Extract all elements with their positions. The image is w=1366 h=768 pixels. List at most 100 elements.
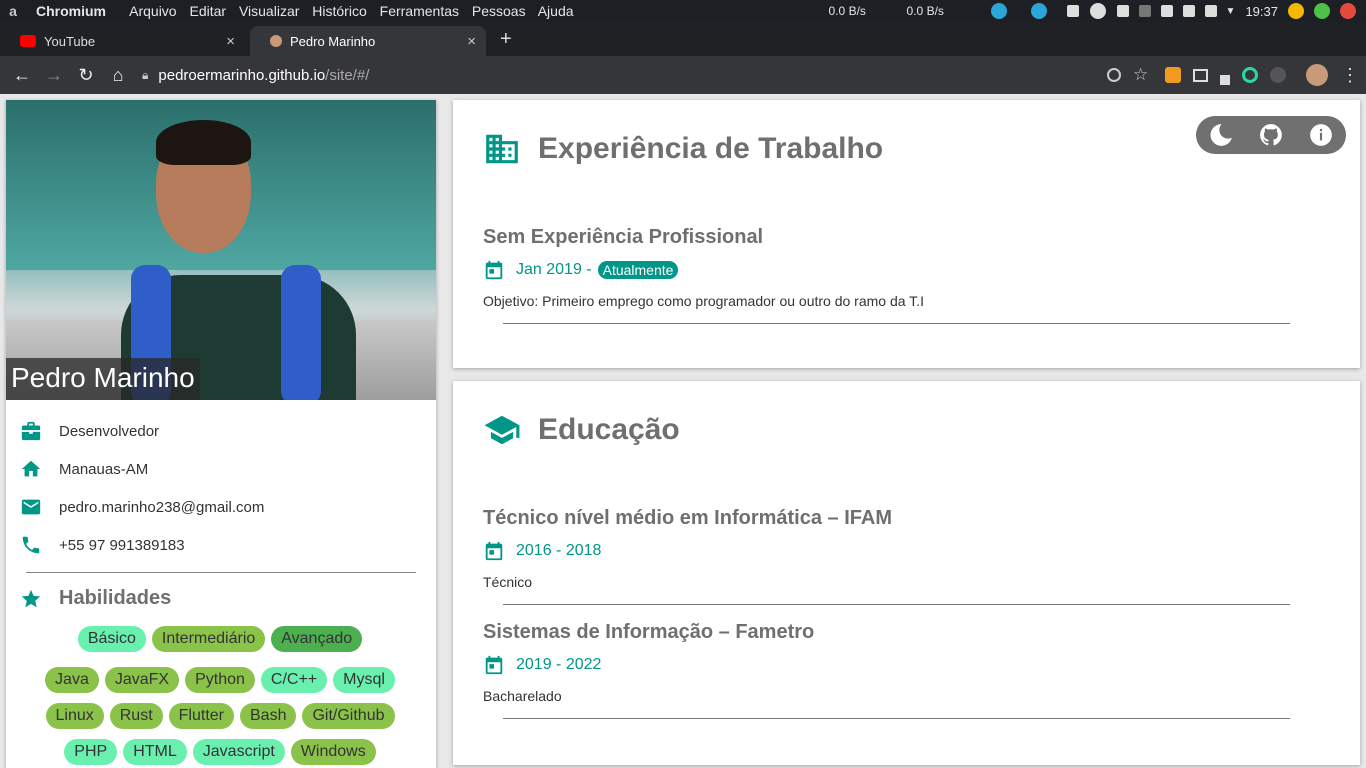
close-icon[interactable]: × [467,33,476,50]
os-top-bar: a Chromium Arquivo Editar Visualizar His… [0,0,1366,22]
skill-chip: JavaFX [104,667,180,693]
forward-icon[interactable]: → [38,65,70,86]
maximize-icon[interactable] [1314,3,1330,19]
phone-icon [22,536,40,554]
info-location: Manauas-AM [20,450,420,488]
star-icon [21,589,41,607]
tab-pedro-marinho[interactable]: Pedro Marinho × [250,26,486,56]
skills-row: Java JavaFX Python C/C++ Mysql [20,662,420,698]
entry-date: 2019 - 2022 [483,654,1310,676]
menu-ajuda[interactable]: Ajuda [538,3,574,19]
info-text: Manauas-AM [59,460,149,478]
experience-card: Experiência de Trabalho Sem Experiência … [453,100,1360,368]
tab-title: YouTube [44,33,96,49]
profile-name: Pedro Marinho [6,358,200,400]
info-job: Desenvolvedor [20,412,420,450]
home-nav-icon[interactable]: ⌂ [102,65,134,86]
star-icon[interactable]: ☆ [1133,65,1153,85]
entry-description: Objetivo: Primeiro emprego como programa… [483,293,924,309]
add-icon[interactable] [1107,68,1121,82]
grammarly-icon[interactable] [1242,67,1258,83]
divider [503,323,1290,324]
new-tab-button[interactable]: + [500,28,512,51]
bulb-icon[interactable] [1138,5,1151,17]
minimize-icon[interactable] [1288,3,1304,19]
display-icon[interactable] [1182,5,1195,17]
calendar-icon [485,260,503,280]
info-text[interactable]: pedro.marinho238@gmail.com [59,499,264,516]
menu-editar[interactable]: Editar [189,3,226,19]
status-badge: Atualmente [597,261,679,279]
moon-icon[interactable] [1208,122,1234,148]
briefcase-icon [21,421,41,441]
tray-sync-icon[interactable] [1030,3,1047,19]
education-title: Educação [483,411,680,449]
level-basic-chip: Básico [77,626,146,652]
skill-chip: Python [185,667,255,693]
skills-heading: Habilidades [20,587,171,610]
skill-chip: Rust [109,703,163,729]
skill-levels: Básico Intermediário Avançado [20,621,420,657]
menu-historico[interactable]: Histórico [312,3,366,19]
app-name[interactable]: Chromium [36,3,106,19]
picture-in-picture-icon[interactable] [1193,68,1208,82]
clipboard-icon[interactable] [1116,5,1129,17]
entry-heading: Sistemas de Informação – Fametro [483,621,815,643]
os-logo[interactable]: a [0,3,26,19]
youtube-icon [20,35,36,47]
education-card: Educação Técnico nível médio em Informát… [453,381,1360,765]
menu-visualizar[interactable]: Visualizar [239,3,299,19]
github-icon[interactable] [1258,122,1284,148]
skill-chip: Flutter [168,703,234,729]
address-bar[interactable]: 🔒︎ pedroermarinho.github.io /site/#/ [142,67,369,84]
navigation-bar: ← → ↻ ⌂ 🔒︎ pedroermarinho.github.io /sit… [0,56,1366,94]
skill-chip: Java [45,667,99,693]
lock-icon[interactable]: 🔒︎ [142,68,148,83]
more-menu-icon[interactable]: ⋮ [1340,65,1360,85]
graduation-cap-icon [484,415,520,445]
chevron-down-icon[interactable]: ▼ [1226,6,1236,17]
phone-tray-icon[interactable] [1160,5,1173,17]
tab-youtube[interactable]: YouTube × [0,26,245,56]
skills-row: Linux Rust Flutter Bash Git/Github [20,698,420,734]
avatar-favicon-icon [270,35,282,47]
incognito-ext-icon[interactable] [1270,67,1286,83]
entry-heading: Sem Experiência Profissional [483,226,764,248]
close-window-icon[interactable] [1340,3,1356,19]
entry-date: Jan 2019 - Atualmente [483,259,1310,281]
home-icon [21,460,41,477]
experience-title: Experiência de Trabalho [483,130,883,168]
close-icon[interactable]: × [226,33,235,50]
tray-window-icon[interactable] [1066,5,1079,17]
info-icon[interactable] [1308,122,1334,148]
skill-chip: Bash [240,703,297,729]
pen-icon[interactable] [1220,75,1230,85]
profile-card: Pedro Marinho Desenvolvedor Manauas-AM p… [6,100,436,768]
education-entry: Sistemas de Informação – Fametro 2019 - … [483,621,1310,719]
page-content: Pedro Marinho Desenvolvedor Manauas-AM p… [0,94,1366,768]
volume-icon[interactable] [1204,5,1217,17]
tray-app-icon[interactable] [990,3,1007,19]
page-actions [1196,116,1346,154]
menu-pessoas[interactable]: Pessoas [472,3,526,19]
divider [503,718,1290,719]
pause-icon[interactable] [1089,3,1106,19]
reload-icon[interactable]: ↻ [70,65,102,86]
tab-title: Pedro Marinho [290,33,376,49]
divider [26,572,416,573]
menu-ferramentas[interactable]: Ferramentas [380,3,459,19]
info-phone: +55 97 991389183 [20,526,420,564]
skill-chip: Mysql [333,667,395,693]
system-tray: 0.0 B/s 0.0 B/s ▼ 19:37 [829,0,1366,22]
calendar-icon [485,655,503,675]
net-down-speed: 0.0 B/s [828,4,866,18]
skill-chip: HTML [123,739,187,765]
info-email: pedro.marinho238@gmail.com [20,488,420,526]
building-icon [486,134,518,164]
profile-avatar[interactable] [1306,64,1328,86]
clock[interactable]: 19:37 [1245,4,1278,19]
menu-arquivo[interactable]: Arquivo [129,3,176,19]
rss-icon[interactable] [1165,67,1181,83]
info-text: +55 97 991389183 [59,536,185,554]
back-icon[interactable]: ← [6,65,38,86]
